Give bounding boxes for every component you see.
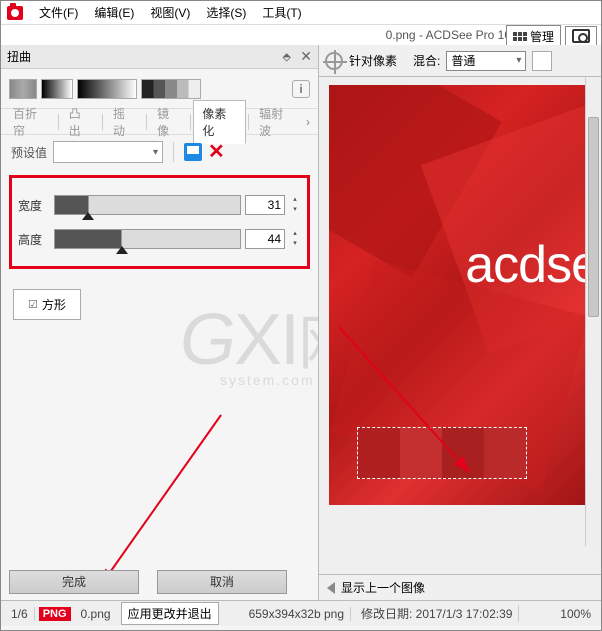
status-filename: 0.png xyxy=(75,607,117,621)
preview-footer: 显示上一个图像 xyxy=(319,574,601,600)
prev-image-label: 显示上一个图像 xyxy=(341,579,425,596)
prev-image-icon[interactable] xyxy=(327,582,335,594)
status-index: 1/6 xyxy=(5,607,35,621)
height-slider-row: 高度 44 ▴▾ xyxy=(18,224,301,254)
effect-tabs: 百折帘 凸出 摇动 镜像 像素化 辐射波 › xyxy=(1,109,318,135)
preset-row: 预设值 ▾ ✕ xyxy=(1,135,318,169)
pixel-target-label: 针对像素 xyxy=(349,52,397,69)
square-checkbox-row: ☑ 方形 xyxy=(13,289,306,320)
format-badge: PNG xyxy=(39,607,71,621)
menu-bar: 文件(F) 编辑(E) 视图(V) 选择(S) 工具(T) xyxy=(1,1,601,25)
manage-label: 管理 xyxy=(530,28,554,45)
blend-extra-button[interactable] xyxy=(532,51,552,71)
crosshair-icon[interactable] xyxy=(325,52,343,70)
done-button[interactable]: 完成 xyxy=(9,570,139,594)
cancel-button[interactable]: 取消 xyxy=(157,570,287,594)
status-date: 修改日期: 2017/1/3 17:02:39 xyxy=(355,605,519,622)
width-slider[interactable] xyxy=(54,195,241,215)
camera-icon xyxy=(572,29,590,43)
square-checkbox[interactable]: ☑ 方形 xyxy=(13,289,81,320)
app-logo-icon xyxy=(7,6,23,20)
gradient-swatch-3[interactable] xyxy=(77,79,137,99)
status-bar: 1/6 PNG 0.png 应用更改并退出 659x394x32b png 修改… xyxy=(1,600,601,626)
menu-tools[interactable]: 工具(T) xyxy=(254,4,309,21)
gradient-swatch-4[interactable] xyxy=(141,79,201,99)
pin-icon[interactable]: ⬘ xyxy=(282,49,290,65)
checkmark-icon: ☑ xyxy=(28,298,38,311)
panel-title: 扭曲 xyxy=(7,48,31,65)
chevron-down-icon: ▾ xyxy=(516,55,521,66)
close-panel-icon[interactable]: ✕ xyxy=(300,48,312,64)
info-icon[interactable]: i xyxy=(292,80,310,98)
preview-pane: 针对像素 混合: 普通 ▾ acdse 显示上一个图像 xyxy=(319,45,601,600)
mode-switch-area: 管理 xyxy=(506,25,597,47)
effects-panel: 扭曲 ⬘ ✕ i 百折帘 凸出 摇动 镜像 像素化 辐射波 › 预设值 ▾ xyxy=(1,45,319,600)
menu-view[interactable]: 视图(V) xyxy=(142,4,198,21)
menu-edit[interactable]: 编辑(E) xyxy=(86,4,142,21)
status-tooltip: 应用更改并退出 xyxy=(121,602,219,625)
save-preset-icon[interactable] xyxy=(184,143,202,161)
vertical-scrollbar[interactable] xyxy=(585,77,601,546)
menu-file[interactable]: 文件(F) xyxy=(31,4,86,21)
width-spinner[interactable]: ▴▾ xyxy=(289,195,301,215)
status-zoom: 100% xyxy=(554,607,597,621)
width-value[interactable]: 31 xyxy=(245,195,285,215)
height-slider[interactable] xyxy=(54,229,241,249)
image-logo-text: acdse xyxy=(465,235,589,295)
panel-header: 扭曲 ⬘ ✕ xyxy=(1,45,318,69)
status-dimensions: 659x394x32b png xyxy=(243,607,351,621)
image-preview[interactable]: acdse xyxy=(329,85,589,505)
preset-label: 预设值 xyxy=(11,144,47,161)
height-value[interactable]: 44 xyxy=(245,229,285,249)
canvas-area: acdse xyxy=(319,77,601,574)
preset-dropdown[interactable]: ▾ xyxy=(53,141,163,163)
menu-select[interactable]: 选择(S) xyxy=(198,4,254,21)
action-buttons: 完成 取消 xyxy=(9,570,287,594)
width-label: 宽度 xyxy=(18,197,50,214)
height-spinner[interactable]: ▴▾ xyxy=(289,229,301,249)
grid-icon xyxy=(513,32,527,41)
square-label: 方形 xyxy=(42,296,66,313)
selection-marquee[interactable] xyxy=(357,427,527,479)
blend-mode-value: 普通 xyxy=(451,52,475,69)
gradient-swatch-2[interactable] xyxy=(41,79,73,99)
preview-toolbar: 针对像素 混合: 普通 ▾ xyxy=(319,45,601,77)
blend-label: 混合: xyxy=(413,52,440,69)
parameter-box: 宽度 31 ▴▾ 高度 44 ▴▾ xyxy=(9,175,310,269)
blend-mode-dropdown[interactable]: 普通 ▾ xyxy=(446,51,526,71)
gradient-swatch-1[interactable] xyxy=(9,79,37,99)
width-slider-row: 宽度 31 ▴▾ xyxy=(18,190,301,220)
develop-mode-button[interactable] xyxy=(565,26,597,46)
height-label: 高度 xyxy=(18,231,50,248)
delete-preset-icon[interactable]: ✕ xyxy=(208,145,225,159)
chevron-down-icon: ▾ xyxy=(153,147,158,158)
tabs-scroll-right-icon[interactable]: › xyxy=(302,115,314,129)
